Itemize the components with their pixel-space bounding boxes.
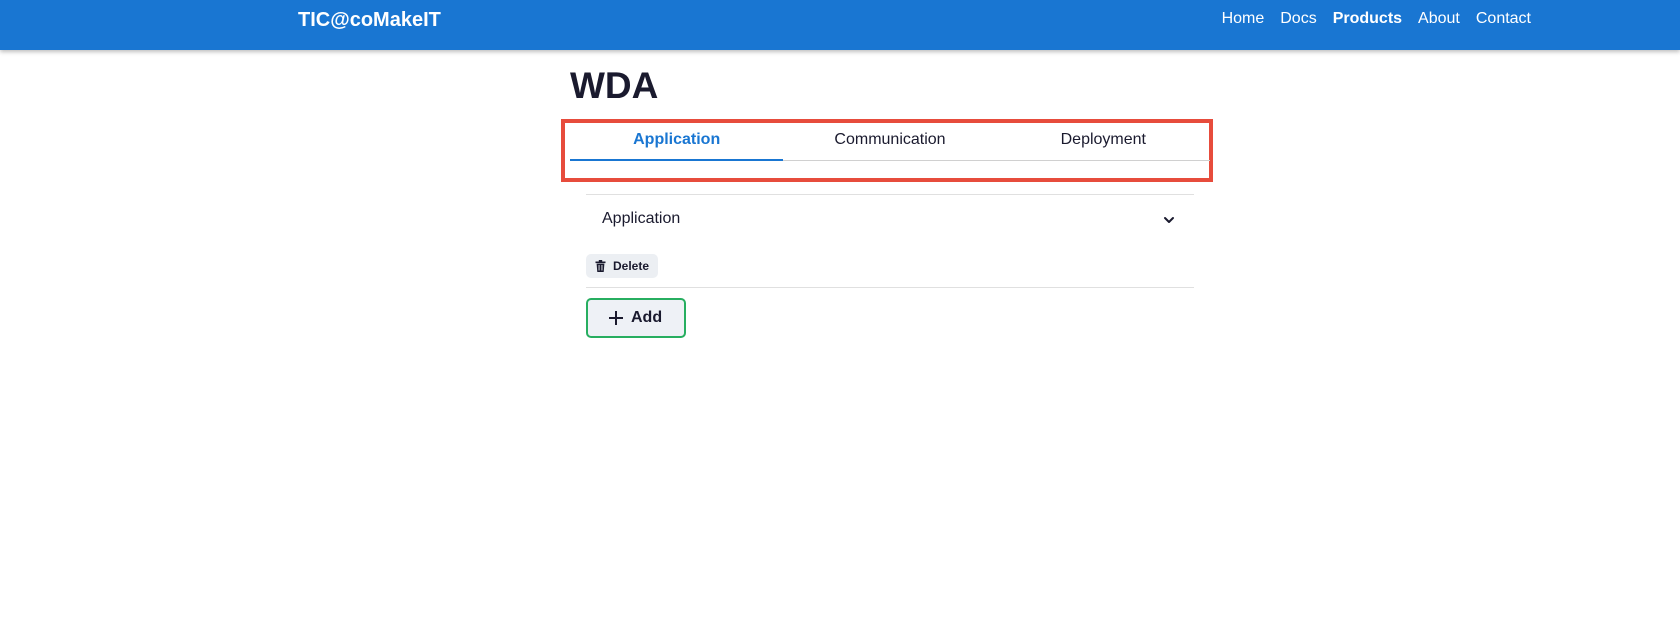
trash-icon xyxy=(595,260,606,272)
chevron-down-icon xyxy=(1164,217,1174,223)
nav-link-about[interactable]: About xyxy=(1418,10,1460,28)
add-button-label: Add xyxy=(631,309,663,326)
tab-bar: Application Communication Deployment xyxy=(570,124,1210,161)
nav-link-contact[interactable]: Contact xyxy=(1476,10,1531,28)
accordion-header[interactable]: Application xyxy=(586,195,1194,243)
nav-link-docs[interactable]: Docs xyxy=(1280,10,1316,28)
plus-icon xyxy=(609,311,623,325)
delete-button[interactable]: Delete xyxy=(586,254,658,278)
accordion-title: Application xyxy=(602,210,681,227)
tab-communication[interactable]: Communication xyxy=(783,124,996,160)
tab-deployment[interactable]: Deployment xyxy=(997,124,1210,160)
top-navbar: TIC@coMakeIT Home Docs Products About Co… xyxy=(0,0,1680,50)
page-title: WDA xyxy=(570,65,659,106)
tab-application[interactable]: Application xyxy=(570,124,784,161)
nav-links: Home Docs Products About Contact xyxy=(1222,10,1531,28)
brand-logo-link[interactable]: TIC@coMakeIT xyxy=(298,9,441,32)
nav-link-products[interactable]: Products xyxy=(1333,10,1402,28)
delete-button-label: Delete xyxy=(613,259,650,273)
nav-link-home[interactable]: Home xyxy=(1222,10,1265,28)
application-accordion: Application Delete xyxy=(586,194,1194,288)
add-button[interactable]: Add xyxy=(586,298,686,338)
